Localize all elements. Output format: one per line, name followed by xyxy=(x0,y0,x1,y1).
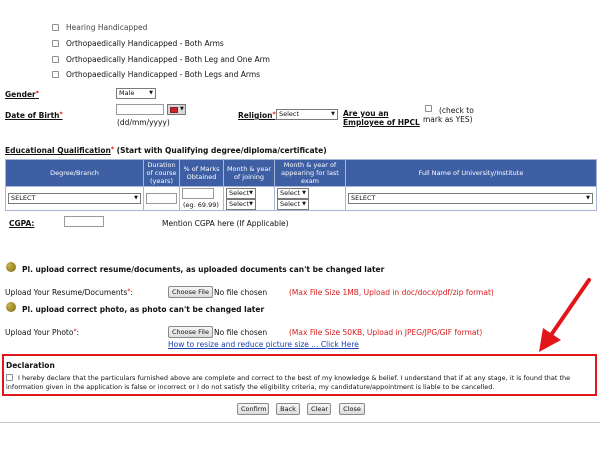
photo-label: Upload Your Photo*: xyxy=(5,328,79,337)
declaration-title: Declaration xyxy=(6,361,55,370)
chevron-down-icon: ▼ xyxy=(249,201,253,207)
bottom-divider xyxy=(0,422,600,423)
chevron-down-icon: ▼ xyxy=(331,111,335,117)
chevron-down-icon: ▼ xyxy=(249,190,253,196)
bullet-icon xyxy=(6,302,16,312)
disability-label-leg-arm: Orthopaedically Handicapped - Both Leg a… xyxy=(66,55,270,64)
marks-cell: (eg. 69.99) xyxy=(179,186,224,211)
dob-label: Date of Birth* xyxy=(5,111,63,120)
resume-label: Upload Your Resume/Documents*: xyxy=(5,288,133,297)
disability-checkbox-arms[interactable] xyxy=(52,40,59,47)
disability-label-hearing: Hearing Handicapped xyxy=(66,23,148,32)
employee-label: Are you an Employee of HPCL xyxy=(343,109,420,127)
gender-select[interactable]: Male ▼ xyxy=(116,88,156,99)
resume-limits: (Max File Size 1MB, Upload in doc/docx/p… xyxy=(289,288,494,297)
exam-year-select[interactable]: Select ▼ xyxy=(277,199,309,210)
column-header: Month & year of joining xyxy=(223,159,275,187)
education-table-header: Degree/Branch Duration of course (years)… xyxy=(5,159,597,187)
declaration-text-line2: information given in the application is … xyxy=(6,383,495,391)
marks-input[interactable] xyxy=(182,188,214,199)
back-button[interactable]: Back xyxy=(276,403,300,415)
resume-notice: Pl. upload correct resume/documents, as … xyxy=(22,265,385,274)
photo-choose-file-button[interactable]: Choose File xyxy=(168,326,213,338)
dob-input[interactable] xyxy=(116,104,164,115)
religion-label: Religion* xyxy=(238,111,276,120)
exam-cell: Select ▼ Select ▼ xyxy=(274,186,346,211)
resume-file-status: No file chosen xyxy=(214,288,268,297)
degree-cell: SELECT ▼ xyxy=(5,186,144,211)
join-year-select[interactable]: Select ▼ xyxy=(226,199,256,210)
calendar-icon[interactable]: ▼ xyxy=(167,104,186,115)
bullet-icon xyxy=(6,262,16,272)
clear-button[interactable]: Clear xyxy=(307,403,331,415)
photo-file-status: No file chosen xyxy=(214,328,268,337)
chevron-down-icon: ▼ xyxy=(586,195,590,201)
confirm-button[interactable]: Confirm xyxy=(237,403,269,415)
university-cell: SELECT ▼ xyxy=(345,186,597,211)
employee-hint: (check to mark as YES) xyxy=(423,106,474,124)
education-table: Degree/Branch Duration of course (years)… xyxy=(5,159,597,211)
column-header: % of Marks Obtained xyxy=(179,159,224,187)
disability-checkbox-leg-arm[interactable] xyxy=(52,56,59,63)
column-header: Duration of course (years) xyxy=(143,159,180,187)
cgpa-input[interactable] xyxy=(64,216,104,227)
declaration-text-line1: I hereby declare that the particulars fu… xyxy=(18,374,571,382)
chevron-down-icon: ▼ xyxy=(134,195,138,201)
cgpa-label: CGPA: xyxy=(9,219,35,228)
duration-cell xyxy=(143,186,180,211)
disability-label-legs-arms: Orthopaedically Handicapped - Both Legs … xyxy=(66,70,261,79)
degree-select[interactable]: SELECT ▼ xyxy=(8,193,141,204)
chevron-down-icon: ▼ xyxy=(149,90,153,96)
disability-checkbox-hearing[interactable] xyxy=(52,24,59,31)
resize-help-link[interactable]: How to resize and reduce picture size ..… xyxy=(168,340,359,349)
red-arrow-icon xyxy=(539,278,591,352)
education-heading: Educational Qualification* (Start with Q… xyxy=(5,146,327,155)
photo-notice: Pl. upload correct photo, as photo can't… xyxy=(22,305,265,314)
disability-checkbox-legs-arms[interactable] xyxy=(52,71,59,78)
column-header: Degree/Branch xyxy=(5,159,144,187)
dob-format-hint: (dd/mm/yyyy) xyxy=(117,118,170,127)
exam-month-select[interactable]: Select ▼ xyxy=(277,188,309,199)
marks-hint: (eg. 69.99) xyxy=(183,201,219,209)
duration-input[interactable] xyxy=(146,193,177,204)
column-header: Month & year of appearing for last exam xyxy=(274,159,346,187)
chevron-down-icon: ▼ xyxy=(302,201,306,207)
column-header: Full Name of University/Institute xyxy=(345,159,597,187)
gender-label: Gender* xyxy=(5,90,39,99)
resume-choose-file-button[interactable]: Choose File xyxy=(168,286,213,298)
join-month-select[interactable]: Select ▼ xyxy=(226,188,256,199)
religion-select[interactable]: Select ▼ xyxy=(276,109,338,120)
disability-label-arms: Orthopaedically Handicapped - Both Arms xyxy=(66,39,224,48)
joining-cell: Select ▼ Select ▼ xyxy=(223,186,275,211)
table-row: SELECT ▼ (eg. 69.99) Select ▼ Select ▼ Sele… xyxy=(5,186,597,211)
university-select[interactable]: SELECT ▼ xyxy=(348,193,593,204)
photo-limits: (Max File Size 50KB, Upload in JPEG/JPG/… xyxy=(289,328,483,337)
declaration-checkbox[interactable] xyxy=(6,374,13,381)
cgpa-hint: Mention CGPA here (If Applicable) xyxy=(162,219,289,228)
chevron-down-icon: ▼ xyxy=(302,190,306,196)
close-button[interactable]: Close xyxy=(339,403,365,415)
